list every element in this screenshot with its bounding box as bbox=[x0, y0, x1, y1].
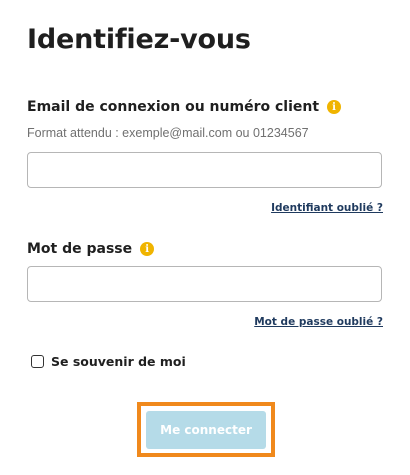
password-label-row: Mot de passe i bbox=[27, 241, 155, 257]
login-label-row: Email de connexion ou numéro client i bbox=[27, 99, 342, 115]
remember-me-label: Se souvenir de moi bbox=[51, 354, 186, 369]
checkbox-box[interactable] bbox=[31, 355, 44, 368]
login-input[interactable] bbox=[27, 152, 382, 188]
info-icon[interactable]: i bbox=[327, 100, 342, 114]
forgot-password-link[interactable]: Mot de passe oublié ? bbox=[254, 316, 383, 328]
login-field-label: Email de connexion ou numéro client bbox=[27, 99, 320, 115]
remember-me-checkbox[interactable]: Se souvenir de moi bbox=[31, 354, 186, 369]
password-field-label: Mot de passe bbox=[27, 241, 133, 257]
page-title: Identifiez-vous bbox=[27, 24, 251, 55]
login-submit-button[interactable]: Me connecter bbox=[146, 411, 266, 449]
forgot-identifier-link[interactable]: Identifiant oublié ? bbox=[271, 202, 383, 214]
password-input[interactable] bbox=[27, 266, 382, 302]
info-icon[interactable]: i bbox=[140, 242, 155, 256]
login-format-hint: Format attendu : exemple@mail.com ou 012… bbox=[27, 126, 309, 140]
